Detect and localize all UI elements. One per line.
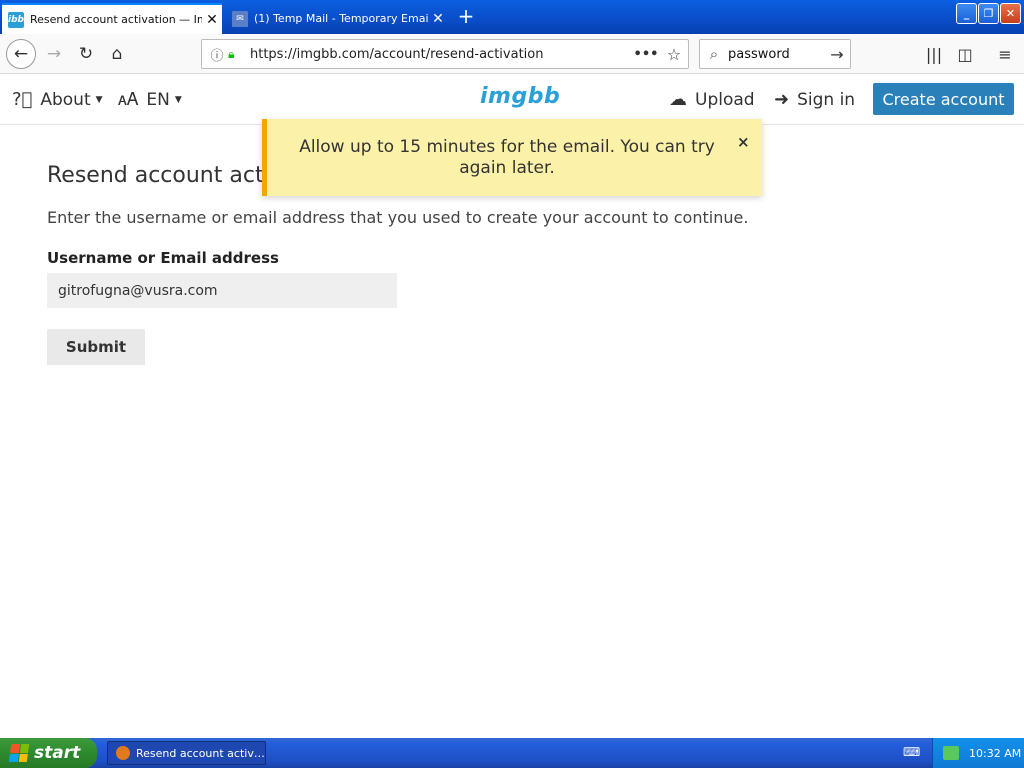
home-icon: ⌂ [111, 44, 123, 64]
start-label: start [34, 743, 81, 763]
hamburger-menu-icon: ≡ [998, 44, 1012, 64]
caret-down-icon: ▼ [95, 94, 103, 105]
tab-title: Resend account activation — Img… [30, 13, 202, 26]
page-description: Enter the username or email address that… [47, 208, 749, 227]
bookmark-star-icon[interactable]: ☆ [660, 45, 688, 64]
windows-taskbar: start Resend account activ… ⌨ 10:32 AM [0, 738, 1024, 768]
sign-in-icon: ➜ [774, 89, 790, 110]
close-icon[interactable]: × [737, 133, 750, 151]
search-go-icon[interactable]: → [824, 45, 850, 64]
upload-label: Upload [695, 89, 755, 110]
sidebar-button[interactable]: ◫ [951, 40, 979, 68]
close-tab-icon[interactable]: ✕ [202, 12, 222, 28]
lock-icon: 🔒︎ [228, 46, 235, 61]
language-icon: 🗚 [118, 89, 139, 110]
info-icon[interactable]: ⓘ [206, 45, 228, 64]
language-label: EN [146, 89, 170, 110]
cloud-upload-icon: ☁ [669, 89, 687, 110]
browser-nav-bar: ← → ↻ ⌂ ⓘ 🔒︎ https://imgbb.com/account/r… [0, 34, 1024, 74]
tab-title: (1) Temp Mail - Temporary Email [254, 12, 428, 25]
library-button[interactable]: ||| [920, 40, 948, 68]
back-button[interactable]: ← [6, 39, 36, 69]
language-menu[interactable]: 🗚 EN ▼ [118, 74, 182, 125]
imgbb-logo[interactable]: imgbb [480, 84, 560, 109]
window-minimize-button[interactable]: _ [956, 3, 977, 24]
sign-in-label: Sign in [797, 89, 856, 110]
notification-text: Allow up to 15 minutes for the email. Yo… [299, 137, 715, 178]
search-bar[interactable]: ⌕ password → [699, 39, 851, 69]
library-icon: ||| [925, 44, 943, 64]
search-input[interactable]: password [728, 47, 824, 62]
upload-link[interactable]: ☁ Upload [669, 74, 755, 125]
notification-banner: Allow up to 15 minutes for the email. Yo… [262, 119, 762, 196]
windows-logo-icon [8, 744, 30, 762]
window-close-button[interactable]: ✕ [1000, 3, 1021, 24]
caret-down-icon: ▼ [174, 94, 182, 105]
site-header: ?⃝ About ▼ 🗚 EN ▼ imgbb ☁ Upload ➜ Sign … [0, 74, 1024, 125]
help-circle-icon: ?⃝ [12, 89, 33, 110]
imgbb-favicon-icon: ibb [8, 11, 24, 28]
taskbar-item-label: Resend account activ… [136, 746, 265, 760]
taskbar-item-firefox[interactable]: Resend account activ… [107, 741, 266, 765]
create-account-button[interactable]: Create account [873, 83, 1014, 115]
new-tab-button[interactable]: + [454, 4, 478, 28]
mail-favicon-icon: ✉ [232, 10, 248, 27]
network-icon[interactable] [943, 746, 959, 760]
arrow-right-icon: → [46, 44, 62, 64]
page-actions-icon[interactable]: ••• [632, 47, 660, 62]
reload-icon: ↻ [78, 44, 94, 64]
url-text[interactable]: https://imgbb.com/account/resend-activat… [244, 47, 632, 62]
username-email-field[interactable] [47, 273, 397, 308]
page-title: Resend account activ [47, 163, 283, 188]
about-menu[interactable]: ?⃝ About ▼ [12, 74, 103, 125]
menu-button[interactable]: ≡ [991, 40, 1019, 68]
about-label: About [40, 89, 91, 110]
system-tray: 10:32 AM [932, 738, 1024, 768]
keyboard-icon[interactable]: ⌨ [903, 745, 921, 759]
sidebar-icon: ◫ [957, 44, 973, 64]
close-tab-icon[interactable]: ✕ [428, 11, 448, 27]
window-restore-button[interactable]: ❐ [978, 3, 999, 24]
arrow-left-icon: ← [13, 44, 29, 64]
submit-button[interactable]: Submit [47, 329, 145, 365]
url-bar[interactable]: ⓘ 🔒︎ https://imgbb.com/account/resend-ac… [201, 39, 689, 69]
home-button[interactable]: ⌂ [103, 40, 131, 68]
firefox-icon [116, 746, 130, 760]
reload-button[interactable]: ↻ [72, 40, 100, 68]
tab-resend-activation[interactable]: ibb Resend account activation — Img… ✕ [2, 3, 222, 34]
browser-tab-bar: ibb Resend account activation — Img… ✕ ✉… [0, 0, 1024, 34]
sign-in-link[interactable]: ➜ Sign in [774, 74, 855, 125]
tab-temp-mail[interactable]: ✉ (1) Temp Mail - Temporary Email ✕ [226, 3, 448, 34]
username-email-label: Username or Email address [47, 249, 279, 267]
clock[interactable]: 10:32 AM [969, 747, 1021, 760]
start-button[interactable]: start [0, 738, 97, 768]
forward-button[interactable]: → [40, 40, 68, 68]
search-icon: ⌕ [709, 45, 719, 63]
